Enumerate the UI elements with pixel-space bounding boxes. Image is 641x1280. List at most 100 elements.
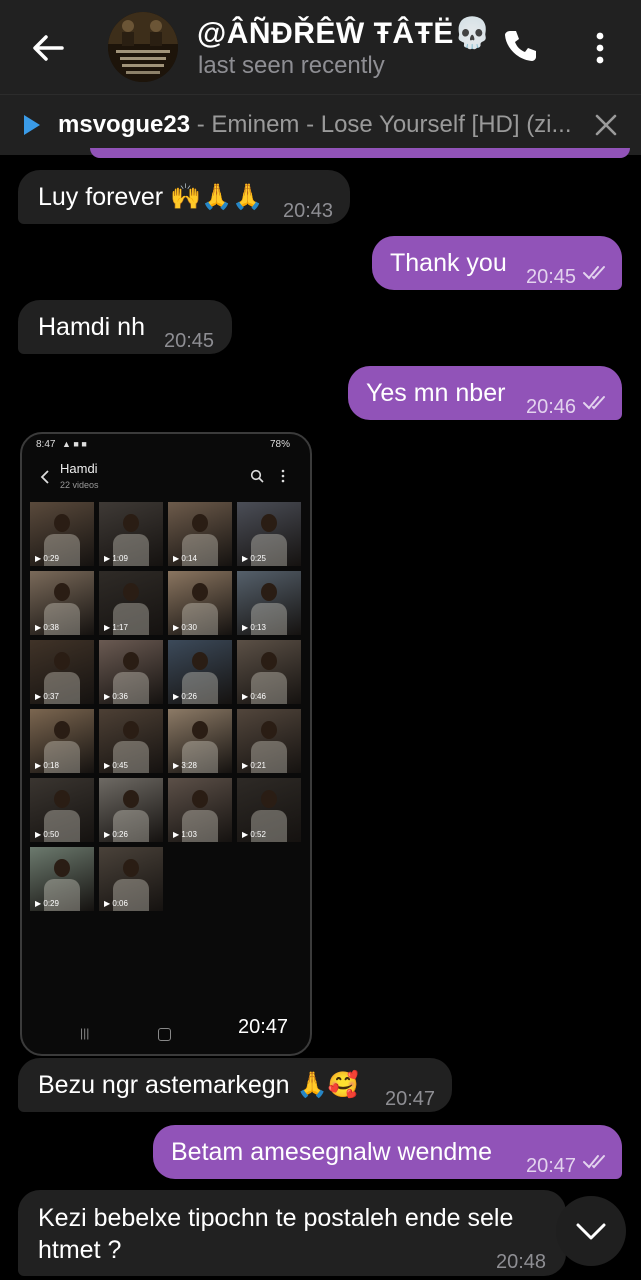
previous-message-edge bbox=[90, 148, 630, 158]
double-check-icon bbox=[583, 396, 605, 410]
video-duration: ▶ 0:26 bbox=[104, 830, 128, 839]
pinned-separator: - bbox=[190, 111, 212, 138]
video-duration: ▶ 0:46 bbox=[242, 692, 266, 701]
message-text-line1: Kezi bebelxe tipochn te postaleh ende se… bbox=[38, 1204, 514, 1232]
video-duration: ▶ 0:21 bbox=[242, 761, 266, 770]
message-time: 20:45 bbox=[526, 266, 577, 288]
video-duration: ▶ 0:29 bbox=[35, 554, 59, 563]
video-thumbnail: ▶ 0:37 bbox=[30, 640, 94, 704]
message-text: Bezu ngr astemarkegn 🙏🥰 bbox=[38, 1071, 359, 1099]
chat-header: @ÂÑĐŘÊŴ ŦÂŦË💀 last seen recently bbox=[0, 0, 641, 94]
video-duration: ▶ 3:28 bbox=[173, 761, 197, 770]
thumbnail-figure bbox=[192, 583, 208, 601]
video-thumbnail: ▶ 0:14 bbox=[168, 502, 232, 566]
thumbnail-figure bbox=[123, 721, 139, 739]
message-text: Betam amesegnalw wendme bbox=[171, 1138, 492, 1166]
video-thumbnail: ▶ 0:36 bbox=[99, 640, 163, 704]
thumbnail-figure bbox=[123, 583, 139, 601]
nav-recents-icon: ||| bbox=[80, 1026, 90, 1040]
thumbnail-figure bbox=[261, 721, 277, 739]
thumbnail-figure bbox=[123, 652, 139, 670]
thumbnail-figure bbox=[54, 652, 70, 670]
chat-status: last seen recently bbox=[198, 52, 385, 79]
video-duration: ▶ 0:18 bbox=[35, 761, 59, 770]
message-time: 20:45 bbox=[164, 330, 215, 352]
thumbnail-figure bbox=[54, 583, 70, 601]
video-duration: ▶ 0:06 bbox=[104, 899, 128, 908]
thumbnail-figure bbox=[192, 514, 208, 532]
thumbnail-figure bbox=[192, 721, 208, 739]
thumbnail-figure bbox=[123, 790, 139, 808]
video-thumbnail: ▶ 0:38 bbox=[30, 571, 94, 635]
video-thumbnail: ▶ 0:29 bbox=[30, 847, 94, 911]
message-time: 20:47 bbox=[385, 1088, 436, 1110]
video-duration: ▶ 0:14 bbox=[173, 554, 197, 563]
video-duration: ▶ 0:13 bbox=[242, 623, 266, 632]
thumbnail-figure bbox=[123, 859, 139, 877]
video-duration: ▶ 0:52 bbox=[242, 830, 266, 839]
chevron-down-icon bbox=[576, 1223, 606, 1240]
thumbnail-figure bbox=[261, 583, 277, 601]
message-text: Thank you bbox=[390, 249, 507, 277]
video-thumbnail: ▶ 0:21 bbox=[237, 709, 301, 773]
video-duration: ▶ 1:09 bbox=[104, 554, 128, 563]
double-check-icon bbox=[583, 1155, 605, 1169]
thumbnail-figure bbox=[261, 790, 277, 808]
phone-icon[interactable] bbox=[500, 26, 540, 66]
message-time: 20:43 bbox=[283, 200, 334, 222]
video-thumbnail: ▶ 1:09 bbox=[99, 502, 163, 566]
message-time: 20:47 bbox=[238, 1016, 289, 1038]
thumbnail-figure bbox=[123, 514, 139, 532]
message-outgoing[interactable]: Yes mn nber 20:46 bbox=[348, 366, 622, 420]
message-outgoing[interactable]: Thank you 20:45 bbox=[372, 236, 622, 290]
avatar[interactable] bbox=[108, 12, 178, 82]
video-thumbnail: ▶ 0:26 bbox=[168, 640, 232, 704]
video-thumbnail: ▶ 1:03 bbox=[168, 778, 232, 842]
video-duration: ▶ 0:25 bbox=[242, 554, 266, 563]
video-duration: ▶ 0:50 bbox=[35, 830, 59, 839]
pinned-text[interactable]: msvogue23 - Eminem - Lose Yourself [HD] … bbox=[58, 111, 578, 139]
thumbnail-figure bbox=[192, 790, 208, 808]
thumbnail-figure bbox=[261, 652, 277, 670]
video-thumbnail: ▶ 1:17 bbox=[99, 571, 163, 635]
nav-home-icon bbox=[158, 1028, 171, 1041]
message-incoming[interactable]: Hamdi nh 20:45 bbox=[18, 300, 232, 354]
video-duration: ▶ 1:17 bbox=[104, 623, 128, 632]
message-incoming[interactable]: Bezu ngr astemarkegn 🙏🥰 20:47 bbox=[18, 1058, 452, 1112]
message-text-line2: htmet ? bbox=[38, 1236, 122, 1264]
more-vertical-icon[interactable] bbox=[584, 28, 616, 68]
video-thumbnail: ▶ 0:25 bbox=[237, 502, 301, 566]
video-duration: ▶ 0:37 bbox=[35, 692, 59, 701]
message-incoming[interactable]: Luy forever 🙌🙏🙏 20:43 bbox=[18, 170, 350, 224]
close-icon[interactable] bbox=[594, 113, 618, 137]
video-duration: ▶ 0:36 bbox=[104, 692, 128, 701]
play-icon[interactable] bbox=[22, 113, 42, 137]
video-thumbnail: ▶ 0:45 bbox=[99, 709, 163, 773]
video-thumbnail: ▶ 0:13 bbox=[237, 571, 301, 635]
message-text: Hamdi nh bbox=[38, 313, 145, 341]
message-outgoing[interactable]: Betam amesegnalw wendme 20:47 bbox=[153, 1125, 622, 1179]
video-duration: ▶ 0:26 bbox=[173, 692, 197, 701]
thumbnail-figure bbox=[54, 790, 70, 808]
message-time: 20:48 bbox=[496, 1251, 547, 1273]
chat-title[interactable]: @ÂÑĐŘÊŴ ŦÂŦË💀 bbox=[197, 16, 492, 51]
pinned-bar[interactable]: msvogue23 - Eminem - Lose Yourself [HD] … bbox=[0, 94, 641, 155]
video-thumbnail: ▶ 0:30 bbox=[168, 571, 232, 635]
video-thumbnail: ▶ 0:06 bbox=[99, 847, 163, 911]
screenshot-video-grid: ▶ 0:29 ▶ 1:09 ▶ 0:14 ▶ 0:25 ▶ 0:38 ▶ 1:17 ▶ 0:… bbox=[22, 434, 310, 1054]
thumbnail-figure bbox=[54, 721, 70, 739]
video-duration: ▶ 0:38 bbox=[35, 623, 59, 632]
scroll-down-button[interactable] bbox=[556, 1196, 626, 1266]
message-text: Yes mn nber bbox=[366, 379, 506, 407]
video-duration: ▶ 0:29 bbox=[35, 899, 59, 908]
video-thumbnail: ▶ 0:50 bbox=[30, 778, 94, 842]
pinned-name: msvogue23 bbox=[58, 111, 191, 138]
message-time: 20:47 bbox=[526, 1155, 577, 1177]
thumbnail-figure bbox=[54, 514, 70, 532]
video-thumbnail: ▶ 0:29 bbox=[30, 502, 94, 566]
double-check-icon bbox=[583, 266, 605, 280]
image-message[interactable]: 8:47 ▲ ■ ■ 78% Hamdi 22 videos ▶ 0:29 ▶ 1… bbox=[20, 432, 312, 1056]
video-duration: ▶ 1:03 bbox=[173, 830, 197, 839]
arrow-left-icon[interactable] bbox=[28, 28, 68, 68]
message-incoming[interactable]: Kezi bebelxe tipochn te postaleh ende se… bbox=[18, 1190, 566, 1276]
